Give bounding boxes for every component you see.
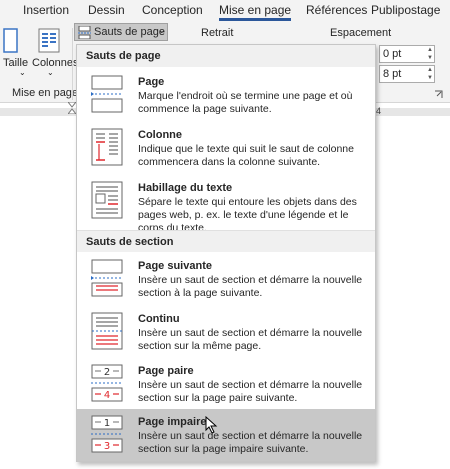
breaks-menu: Sauts de page Page Marque l'endroit où s… (76, 44, 376, 462)
text-wrapping-break-icon (91, 181, 123, 219)
tab-conception[interactable]: Conception (142, 3, 203, 17)
menu-item-title: Page (138, 76, 165, 88)
even-page-bottom-number: 4 (104, 390, 110, 401)
menu-item-description: Insère un saut de section et démarre la … (138, 274, 363, 299)
continuous-section-icon (91, 312, 123, 350)
spacing-after-value: 8 pt (383, 68, 402, 80)
group-separator (72, 28, 73, 100)
odd-page-bottom-number: 3 (104, 441, 110, 452)
menu-item-page-suivante[interactable]: Page suivante Insère un saut de section … (77, 253, 375, 305)
group-label-mise-en-page: Mise en page (12, 87, 79, 99)
chevron-down-icon: ⌄ (158, 25, 166, 35)
section-title-section-breaks: Sauts de section (77, 230, 375, 252)
indent-marker-icon[interactable] (68, 102, 76, 114)
next-page-section-icon (91, 259, 123, 297)
tab-insertion[interactable]: Insertion (23, 3, 69, 17)
spin-arrows-icon[interactable]: ▲ ▼ (427, 46, 433, 62)
odd-page-section-icon: 1 3 (91, 415, 123, 453)
menu-item-title: Page paire (138, 365, 194, 377)
menu-item-colonne[interactable]: Colonne Indique que le texte qui suit le… (77, 122, 375, 174)
menu-item-description: Insère un saut de section et démarre la … (138, 430, 363, 455)
menu-item-title: Page impaire (138, 416, 207, 428)
column-break-icon (91, 128, 123, 166)
columns-icon[interactable] (38, 28, 60, 54)
spacing-before-value: 0 pt (383, 48, 402, 60)
even-page-section-icon: 2 4 (91, 364, 123, 402)
menu-item-description: Marque l'endroit où se termine une page … (138, 90, 353, 115)
even-page-top-number: 2 (104, 367, 110, 378)
menu-item-title: Colonne (138, 129, 182, 141)
tab-mise-en-page[interactable]: Mise en page (219, 3, 292, 21)
tab-publipostage[interactable]: Publipostage (371, 3, 440, 17)
ruler-number: 4 (376, 106, 382, 116)
menu-item-description: Insère un saut de section et démarre la … (138, 379, 363, 404)
menu-item-title: Page suivante (138, 260, 212, 272)
tab-dessin[interactable]: Dessin (88, 3, 125, 17)
menu-item-description: Indique que le texte qui suit le saut de… (138, 143, 354, 168)
spacing-before-input[interactable]: 0 pt ▲ ▼ (379, 45, 435, 63)
section-title-page-breaks: Sauts de page (77, 45, 375, 67)
menu-item-page-paire[interactable]: 2 4 Page paire Insère un saut de section… (77, 358, 375, 410)
ribbon-tabs: Insertion Dessin Conception Mise en page… (0, 0, 450, 21)
menu-item-title: Habillage du texte (138, 182, 233, 194)
mouse-cursor-icon (205, 416, 218, 434)
menu-item-habillage[interactable]: Habillage du texte Sépare le texte qui e… (77, 175, 375, 234)
page-break-icon (78, 26, 91, 39)
menu-item-page-impaire[interactable]: 1 3 Page impaire Insère un saut de secti… (77, 409, 375, 461)
menu-item-page[interactable]: Page Marque l'endroit où se termine une … (77, 69, 375, 121)
menu-item-description: Insère un saut de section et démarre la … (138, 327, 363, 352)
tab-references[interactable]: Références (306, 3, 367, 17)
breaks-button-label: Sauts de page (94, 26, 165, 38)
spacing-after-input[interactable]: 8 pt ▲ ▼ (379, 65, 435, 83)
indent-label: Retrait (201, 27, 234, 39)
menu-item-continu[interactable]: Continu Insère un saut de section et dém… (77, 306, 375, 358)
page-size-icon[interactable] (3, 28, 19, 54)
size-chevron-icon: ⌄ (19, 68, 26, 77)
breaks-dropdown-button[interactable]: Sauts de page ⌄ (74, 23, 168, 41)
spacing-label: Espacement (330, 27, 392, 39)
dialog-launcher-icon[interactable] (434, 90, 443, 99)
menu-item-title: Continu (138, 313, 180, 325)
odd-page-top-number: 1 (104, 418, 110, 429)
page-break-icon (91, 75, 123, 113)
columns-chevron-icon: ⌄ (47, 68, 54, 77)
spin-arrows-icon[interactable]: ▲ ▼ (427, 66, 433, 82)
